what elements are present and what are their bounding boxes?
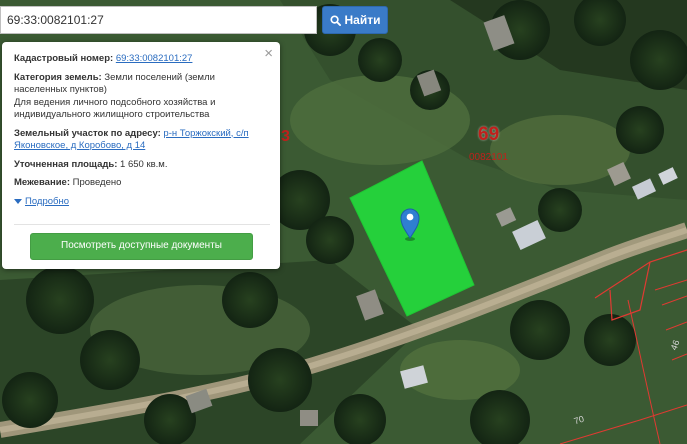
cadastral-block-number: 69 — [478, 124, 500, 145]
view-documents-button[interactable]: Посмотреть доступные документы — [30, 233, 253, 260]
cadastral-block-code: 0082101 — [469, 152, 508, 163]
cadastral-number-link[interactable]: 69:33:0082101:27 — [116, 53, 193, 64]
land-category-row: Категория земель: Земли поселений (земли… — [14, 72, 268, 122]
triangle-down-icon — [14, 199, 22, 205]
survey-label: Межевание: — [14, 177, 70, 188]
cadastral-number-row: Кадастровый номер: 69:33:0082101:27 — [14, 53, 268, 66]
address-row: Земельный участок по адресу: р-н Торжокс… — [14, 128, 268, 153]
search-button-label: Найти — [344, 13, 381, 27]
divider — [14, 224, 270, 225]
search-input[interactable] — [0, 6, 317, 34]
details-link[interactable]: Подробно — [25, 196, 69, 209]
details-toggle[interactable]: Подробно — [14, 196, 268, 209]
area-row: Уточненная площадь: 1 650 кв.м. — [14, 159, 268, 172]
address-label: Земельный участок по адресу: — [14, 127, 161, 139]
land-category-label: Категория земель: — [14, 71, 102, 83]
cadastral-number-label: Кадастровый номер: — [14, 53, 114, 64]
permitted-use-value: Для ведения личного подсобного хозяйства… — [14, 96, 216, 121]
cadastral-label-partial: 3 — [281, 128, 290, 145]
parcel-info-popup: × Кадастровый номер: 69:33:0082101:27 Ка… — [2, 42, 280, 269]
area-value: 1 650 кв.м. — [120, 158, 168, 170]
survey-value: Проведено — [72, 177, 122, 188]
search-icon — [329, 14, 341, 26]
close-icon[interactable]: × — [264, 45, 273, 63]
area-label: Уточненная площадь: — [14, 158, 118, 170]
survey-row: Межевание: Проведено — [14, 177, 268, 190]
search-button[interactable]: Найти — [322, 6, 388, 34]
